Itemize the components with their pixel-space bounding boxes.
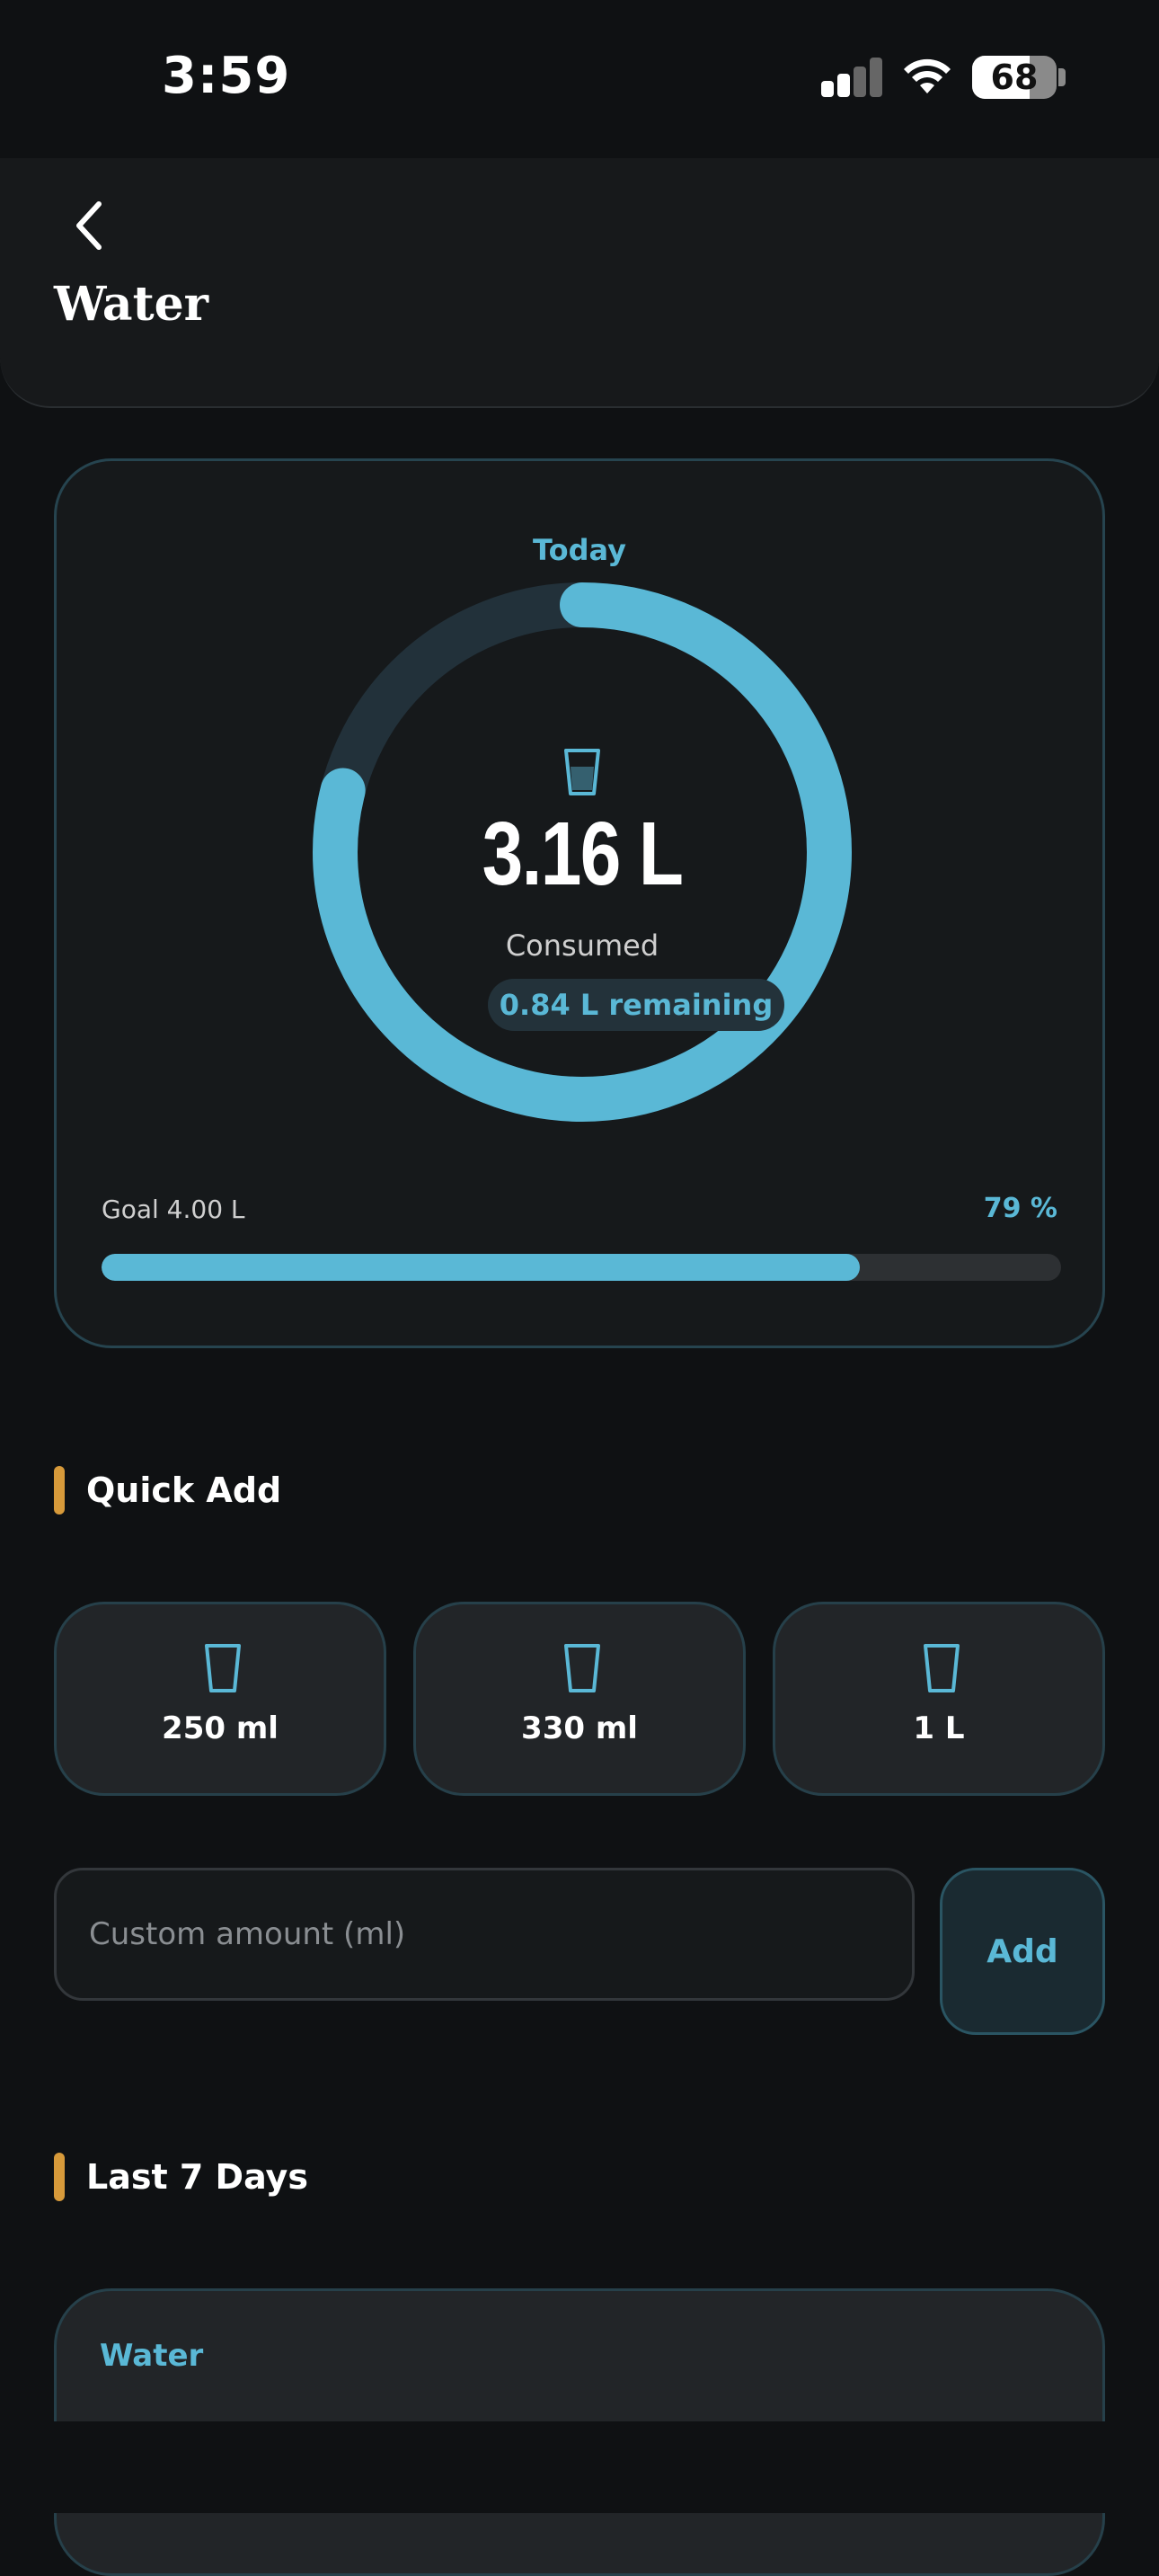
quick-add-330-button[interactable]: 330 ml [413, 1602, 746, 1796]
section-accent-bar [54, 1466, 65, 1515]
battery-icon: 68 [972, 56, 1057, 99]
quick-add-250-button[interactable]: 250 ml [54, 1602, 386, 1796]
goal-progress-bar [102, 1254, 1061, 1281]
quick-add-1l-button[interactable]: 1 L [773, 1602, 1105, 1796]
section-accent-bar [54, 2153, 65, 2201]
quick-add-label: 250 ml [162, 1710, 279, 1746]
goal-percent: 79 % [983, 1193, 1057, 1224]
goal-label: Goal 4.00 L [102, 1195, 245, 1224]
bottom-edge [0, 2421, 1159, 2513]
consumed-value: 3.16 L [482, 804, 684, 904]
last-7-days-heading: Last 7 Days [54, 2152, 308, 2202]
glass-icon [924, 1644, 960, 1692]
section-title: Quick Add [86, 1470, 282, 1510]
battery-nub [1058, 68, 1066, 86]
quick-add-label: 330 ml [521, 1710, 638, 1746]
add-button[interactable]: Add [940, 1868, 1105, 2035]
glass-icon [564, 1644, 600, 1692]
ring-center: 3.16 L Consumed 0.84 L remaining [308, 578, 856, 1126]
custom-amount-input[interactable] [54, 1868, 915, 2001]
battery-percent: 68 [990, 58, 1039, 97]
wifi-icon [904, 58, 951, 93]
today-card: Today 3.16 L Consumed 0.84 L remaining G… [54, 458, 1105, 1348]
back-button[interactable] [61, 194, 115, 257]
today-label: Today [533, 533, 626, 567]
status-time: 3:59 [162, 47, 291, 105]
goal-progress-fill [102, 1254, 860, 1281]
remaining-badge: 0.84 L remaining [488, 979, 784, 1031]
quick-add-heading: Quick Add [54, 1465, 281, 1515]
quick-add-label: 1 L [913, 1710, 965, 1746]
chevron-left-icon [76, 201, 102, 250]
cellular-signal-icon [821, 58, 882, 97]
page-title: Water [54, 277, 209, 332]
glass-icon [205, 1644, 241, 1692]
week-card-title: Water [100, 2338, 204, 2374]
header: Water [0, 158, 1159, 408]
glass-icon [564, 749, 600, 795]
section-title: Last 7 Days [86, 2157, 308, 2197]
consumed-label: Consumed [505, 928, 659, 963]
status-bar: 3:59 68 [0, 0, 1159, 158]
